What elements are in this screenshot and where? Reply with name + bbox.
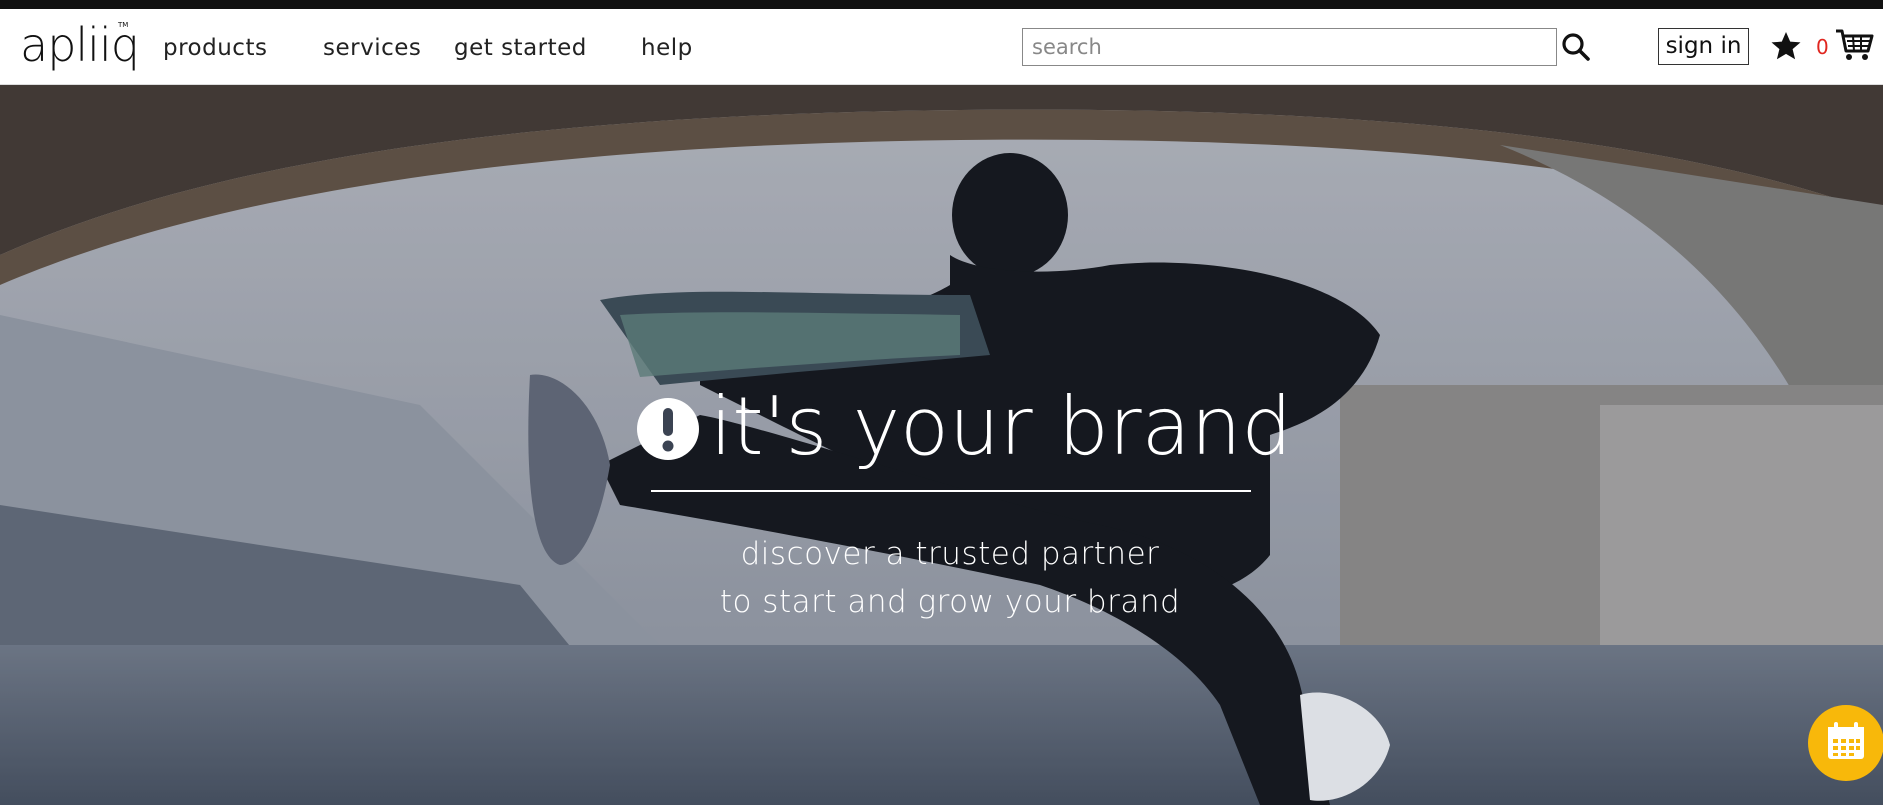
cart-count-badge: 0 [1816,35,1829,59]
hero-banner: it's your brand discover a trusted partn… [0,85,1883,805]
top-strip [0,0,1883,9]
hero-subline-2: to start and grow your brand [719,584,1181,620]
hero-subline-1: discover a trusted partner [740,536,1160,572]
site-header: apliiq TM products services get started … [0,9,1883,85]
search-input[interactable] [1022,28,1557,66]
exclamation-circle-icon [637,398,699,460]
hero-divider [651,490,1251,492]
cart-icon[interactable] [1834,27,1874,63]
search-icon[interactable] [1560,31,1592,63]
nav-get-started[interactable]: get started [454,35,587,61]
nav-help[interactable]: help [641,35,693,61]
calendar-booking-button[interactable] [1808,705,1883,781]
sign-in-button[interactable]: sign in [1658,28,1749,65]
nav-services[interactable]: services [323,35,421,61]
hero-headline: it's your brand [710,380,1293,473]
logo-trademark: TM [118,21,129,29]
nav-products[interactable]: products [163,35,267,61]
star-icon[interactable] [1770,30,1802,62]
calendar-icon [1828,722,1864,759]
